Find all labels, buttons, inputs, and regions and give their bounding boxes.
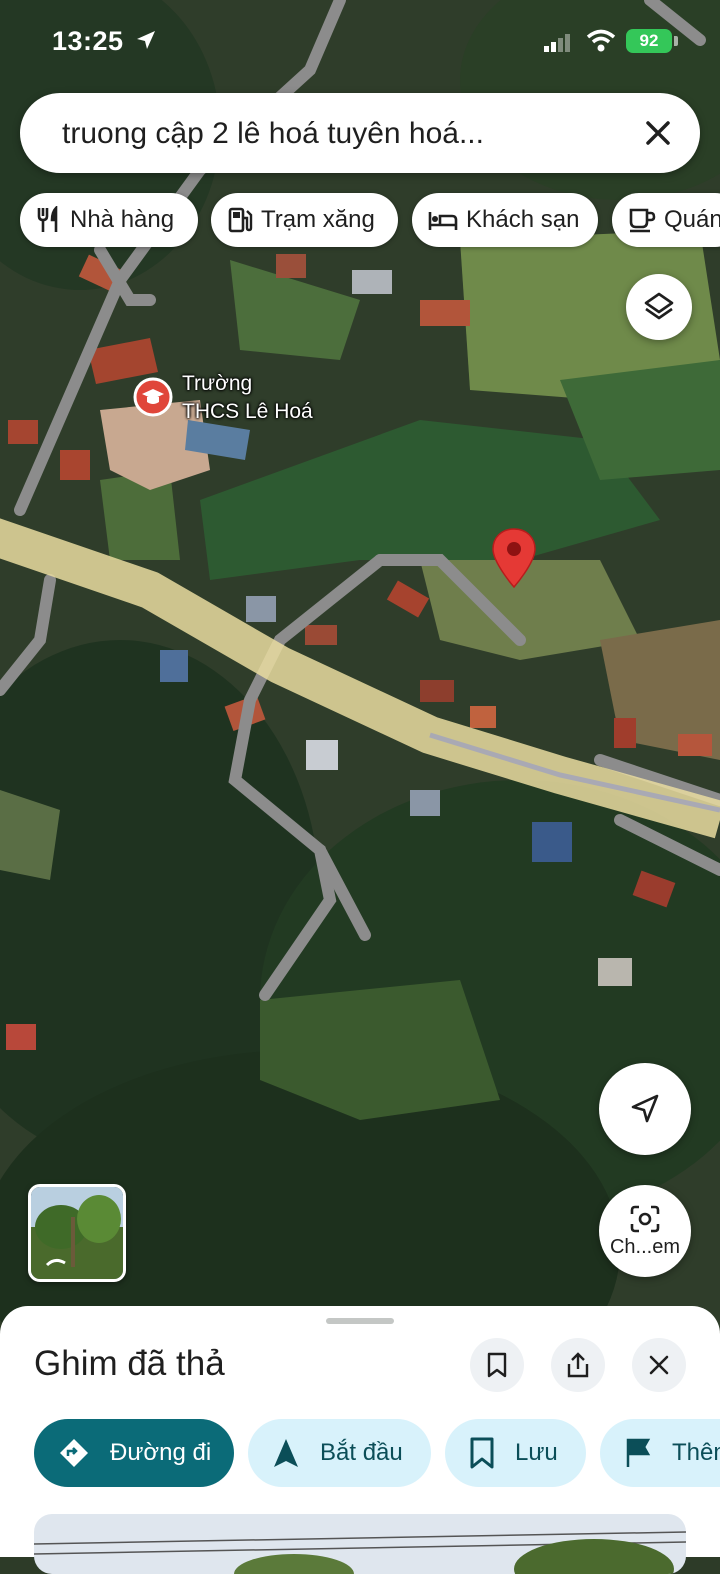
save-action-button[interactable]: Lưu: [445, 1419, 586, 1487]
add-label-button[interactable]: Thêm: [600, 1419, 720, 1487]
layers-icon: [644, 292, 674, 320]
poi-label[interactable]: Trường THCS Lê Hoá: [182, 370, 313, 426]
battery-indicator: 92: [626, 29, 672, 53]
chip-gas-stations[interactable]: Trạm xăng: [211, 193, 398, 247]
poi-label-line1: Trường: [182, 372, 253, 395]
street-view-image: [31, 1187, 123, 1279]
my-location-button[interactable]: [599, 1063, 691, 1155]
coffee-icon: [629, 208, 656, 233]
action-label: Lưu: [515, 1439, 558, 1466]
chip-label: Quán: [664, 206, 720, 233]
poi-label-line2: THCS Lê Hoá: [182, 400, 313, 423]
chip-label: Nhà hàng: [70, 206, 175, 233]
share-icon: [567, 1352, 589, 1378]
save-button[interactable]: [470, 1338, 524, 1392]
share-button[interactable]: [551, 1338, 605, 1392]
signal-icon: [544, 34, 570, 52]
navigation-arrow-icon: [274, 1439, 298, 1467]
lens-search-button[interactable]: Ch...em: [599, 1185, 691, 1277]
battery-cap: [674, 36, 678, 46]
close-sheet-button[interactable]: [632, 1338, 686, 1392]
action-label: Thêm: [672, 1439, 720, 1466]
directions-icon: [60, 1439, 88, 1467]
directions-button[interactable]: Đường đi: [34, 1419, 234, 1487]
location-arrow-icon: [137, 31, 155, 49]
chip-restaurants[interactable]: Nhà hàng: [20, 193, 198, 247]
place-photo-image: [34, 1514, 686, 1574]
fork-knife-icon: [37, 206, 58, 232]
bottom-sheet: Ghim đã thả Đường đi Bắt đầu Lưu Thê: [0, 1306, 720, 1574]
wifi-icon: [586, 29, 616, 52]
chip-label: Khách sạn: [466, 206, 580, 233]
map-pin-icon[interactable]: [491, 527, 537, 589]
bookmark-icon: [470, 1437, 494, 1469]
category-chips: Nhà hàng Trạm xăng Khách sạn Quán: [20, 193, 720, 247]
lens-label: Ch...em: [609, 1235, 681, 1258]
status-time: 13:25: [52, 26, 124, 56]
camera-lens-icon: [630, 1205, 660, 1232]
layers-button[interactable]: [626, 274, 692, 340]
search-bar[interactable]: truong cập 2 lê hoá tuyên hoá...: [20, 93, 700, 173]
sheet-title: Ghim đã thả: [34, 1344, 225, 1383]
street-view-thumbnail[interactable]: [28, 1184, 126, 1282]
close-icon: [649, 1355, 669, 1375]
chip-cafes[interactable]: Quán: [612, 193, 720, 247]
action-label: Đường đi: [110, 1439, 212, 1466]
place-photo[interactable]: [34, 1514, 686, 1574]
start-button[interactable]: Bắt đầu: [248, 1419, 431, 1487]
action-label: Bắt đầu: [320, 1439, 403, 1466]
chip-hotels[interactable]: Khách sạn: [412, 193, 598, 247]
school-icon[interactable]: [133, 377, 173, 417]
chip-label: Trạm xăng: [261, 206, 375, 233]
close-icon[interactable]: [638, 113, 678, 153]
flag-icon: [626, 1438, 651, 1467]
bookmark-icon: [487, 1352, 507, 1378]
bed-icon: [428, 212, 458, 230]
status-bar: 13:25 92: [0, 0, 720, 80]
gas-station-icon: [228, 207, 253, 233]
search-query[interactable]: truong cập 2 lê hoá tuyên hoá...: [62, 117, 484, 151]
navigation-arrow-icon: [631, 1094, 659, 1123]
drag-handle[interactable]: [326, 1318, 394, 1324]
